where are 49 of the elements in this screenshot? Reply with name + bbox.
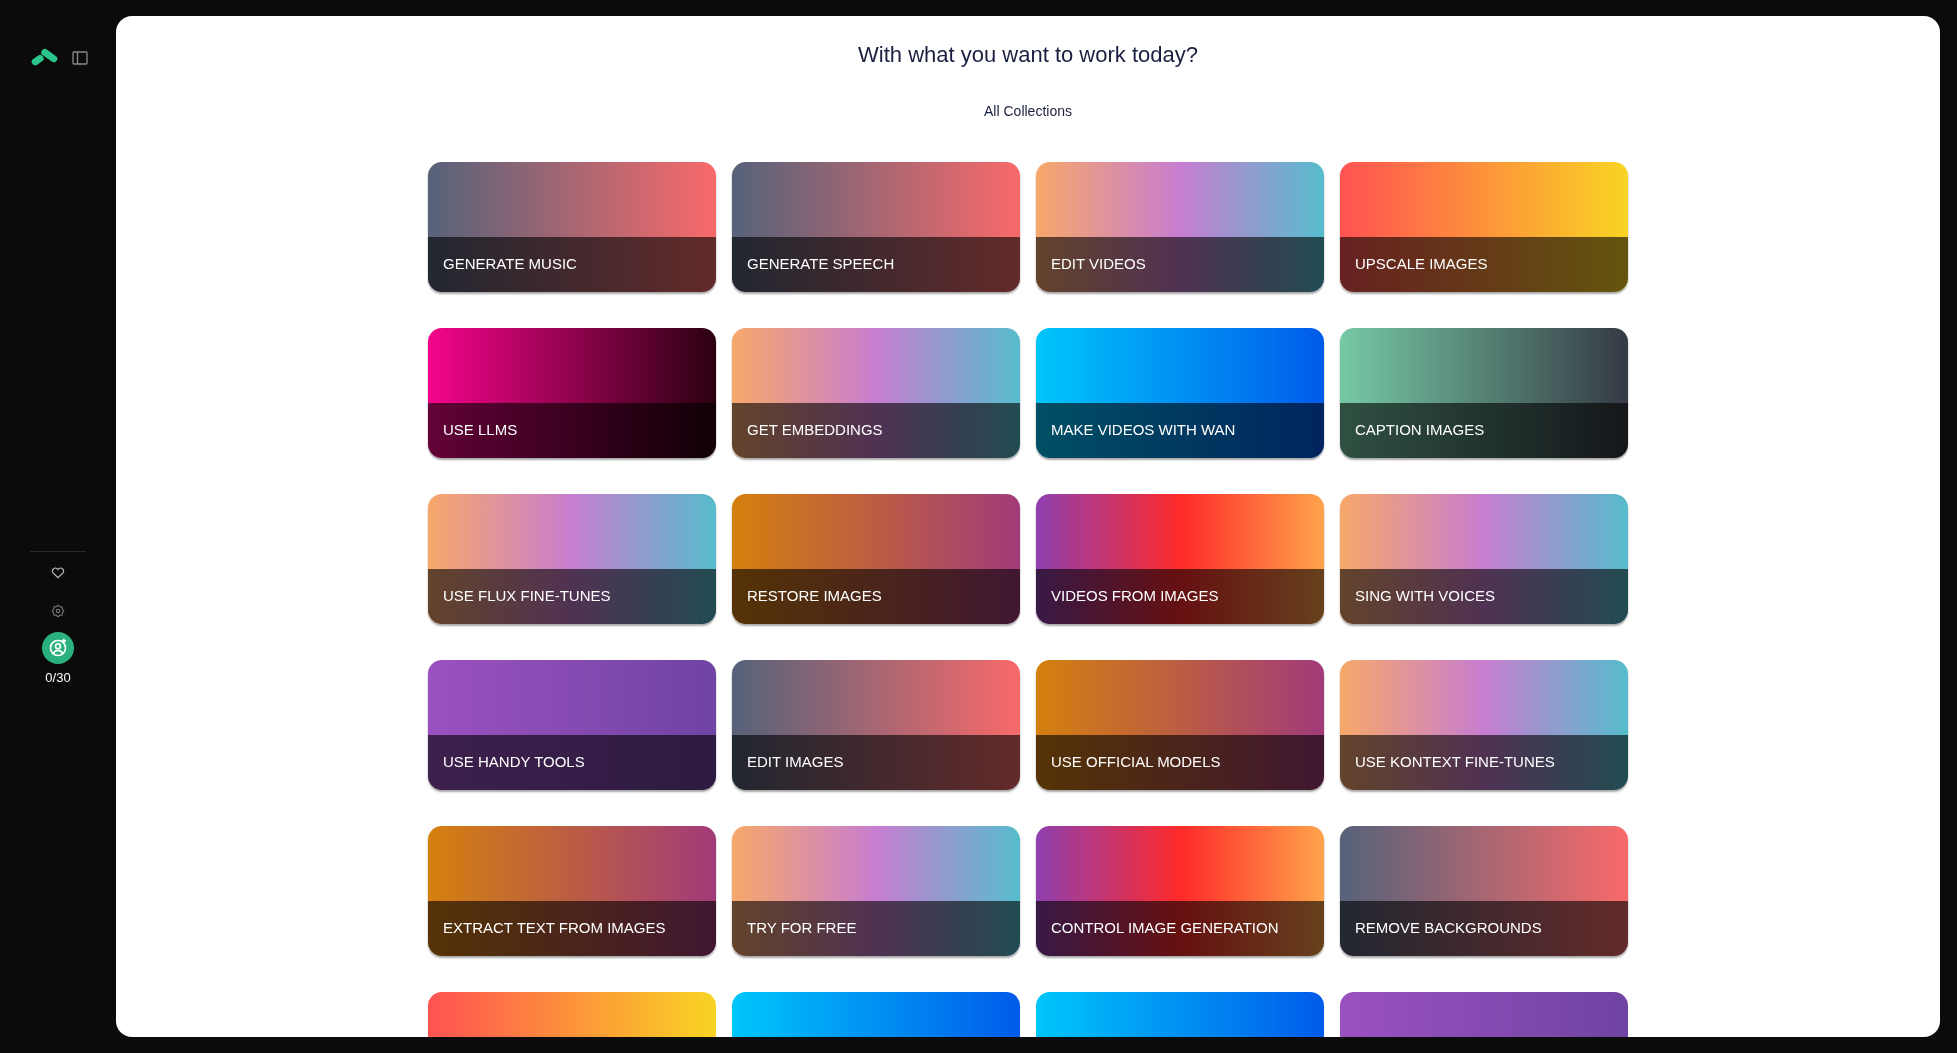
card-title: GENERATE SPEECH	[747, 254, 895, 275]
collection-card[interactable]: USE LLMS	[428, 328, 716, 458]
card-title: CONTROL IMAGE GENERATION	[1051, 918, 1279, 939]
card-title: SING WITH VOICES	[1355, 586, 1495, 607]
logo-icon[interactable]	[30, 48, 60, 68]
settings-icon[interactable]	[51, 603, 65, 618]
card-title: USE LLMS	[443, 420, 518, 441]
collection-card[interactable]: VIDEOS FROM IMAGES	[1036, 494, 1324, 624]
collection-card[interactable]: GENERATE MUSIC	[428, 162, 716, 292]
collection-card[interactable]: SING WITH VOICES	[1340, 494, 1628, 624]
collection-card[interactable]: USE HANDY TOOLS	[428, 660, 716, 790]
card-title: RESTORE IMAGES	[747, 586, 882, 607]
collection-filter[interactable]: All Collections	[984, 101, 1072, 122]
collection-card[interactable]: TRY FOR FREE	[732, 826, 1020, 956]
card-title: EXTRACT TEXT FROM IMAGES	[443, 918, 666, 939]
card-title: MAKE VIDEOS WITH WAN	[1051, 420, 1236, 441]
card-title: USE HANDY TOOLS	[443, 752, 585, 773]
collection-card[interactable]: REMOVE BACKGROUNDS	[1340, 826, 1628, 956]
collection-card[interactable]: CAPTION IMAGES	[1340, 328, 1628, 458]
card-title: EDIT VIDEOS	[1051, 254, 1146, 275]
heart-icon[interactable]	[51, 565, 65, 579]
user-plus-icon	[48, 637, 68, 658]
usage-counter: 0/30	[45, 668, 71, 687]
card-title: UPSCALE IMAGES	[1355, 254, 1488, 275]
card-title: USE OFFICIAL MODELS	[1051, 752, 1221, 773]
collection-card[interactable]: USE OFFICIAL MODELS	[1036, 660, 1324, 790]
card-title: TRY FOR FREE	[747, 918, 857, 939]
card-title: GET EMBEDDINGS	[747, 420, 883, 441]
add-user-button[interactable]	[42, 631, 74, 664]
collection-card[interactable]: EXTRACT TEXT FROM IMAGES	[428, 826, 716, 956]
collection-card[interactable]: MAKE VIDEOS WITH WAN	[1036, 328, 1324, 458]
collection-card[interactable]: USE KONTEXT FINE-TUNES	[1340, 660, 1628, 790]
collection-card[interactable]: RESTORE IMAGES	[732, 494, 1020, 624]
card-title: CAPTION IMAGES	[1355, 420, 1485, 441]
collection-card[interactable]: GET EMBEDDINGS	[732, 328, 1020, 458]
card-title: EDIT IMAGES	[747, 752, 844, 773]
collection-card[interactable]: EDIT IMAGES	[732, 660, 1020, 790]
collection-card[interactable]: EDIT VIDEOS	[1036, 162, 1324, 292]
card-title: REMOVE BACKGROUNDS	[1355, 918, 1542, 939]
collection-card[interactable]: CONTROL IMAGE GENERATION	[1036, 826, 1324, 956]
collection-card[interactable]: USE FLUX FINE-TUNES	[428, 494, 716, 624]
sidebar-toggle-icon[interactable]	[72, 51, 88, 65]
card-title: GENERATE MUSIC	[443, 254, 577, 275]
card-title: VIDEOS FROM IMAGES	[1051, 586, 1219, 607]
card-title: USE FLUX FINE-TUNES	[443, 586, 611, 607]
collection-card[interactable]: GENERATE SPEECH	[732, 162, 1020, 292]
page-heading: With what you want to work today?	[858, 41, 1198, 69]
card-title: USE KONTEXT FINE-TUNES	[1355, 752, 1555, 773]
collection-card[interactable]: UPSCALE IMAGES	[1340, 162, 1628, 292]
